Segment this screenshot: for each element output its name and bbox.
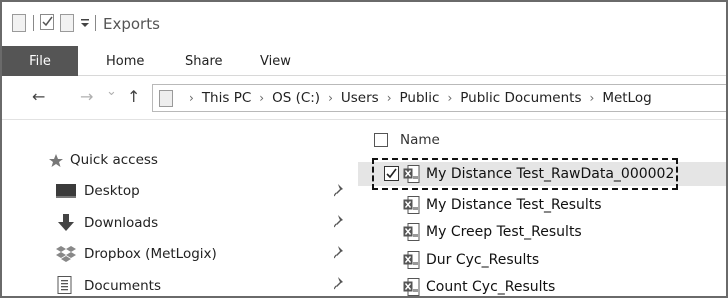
tab-file[interactable]: File xyxy=(2,46,78,76)
breadcrumb-public[interactable]: Public xyxy=(400,90,440,106)
breadcrumb-public-documents[interactable]: Public Documents xyxy=(460,90,581,106)
breadcrumb: › This PC › OS (C:) › Users › Public › Public Doc… xyxy=(181,90,652,106)
download-icon xyxy=(58,214,74,231)
file-name: Dur Cyc_Results xyxy=(426,252,540,268)
breadcrumb-users[interactable]: Users xyxy=(341,90,379,106)
explorer-window: Exports File Home Share View ← → ⌄ ↑ › Th… xyxy=(0,0,728,298)
file-name: My Distance Test_Results xyxy=(426,197,602,213)
breadcrumb-separator[interactable]: › xyxy=(328,91,333,105)
navigation-pane: Quick access Desktop Downloads Dropbox (… xyxy=(2,120,358,296)
pin-icon[interactable] xyxy=(333,276,346,293)
properties-icon[interactable] xyxy=(12,14,26,32)
breadcrumb-this-pc[interactable]: This PC xyxy=(202,90,251,106)
file-name: My Creep Test_Results xyxy=(426,224,582,240)
pin-icon[interactable] xyxy=(333,245,346,262)
customize-toolbar-icon[interactable] xyxy=(80,15,94,31)
sidebar-item-label: Documents xyxy=(84,277,161,294)
title-bar: Exports xyxy=(2,2,726,46)
new-folder-icon[interactable] xyxy=(60,14,74,32)
file-list: Name My Distance Test_RawData_000002 My … xyxy=(358,120,726,296)
address-row: ← → ⌄ ↑ › This PC › OS (C:) › Users › Public › Pu… xyxy=(2,76,726,120)
breadcrumb-separator[interactable]: › xyxy=(447,91,452,105)
select-all-checkbox[interactable] xyxy=(374,133,388,147)
back-icon[interactable]: ← xyxy=(32,87,45,106)
sidebar-item-label: Dropbox (MetLogix) xyxy=(84,246,217,262)
file-row[interactable]: My Creep Test_Results xyxy=(358,220,726,244)
recent-locations-icon[interactable]: ⌄ xyxy=(106,84,117,99)
row-checkbox[interactable] xyxy=(384,166,399,181)
sidebar-item-label: Desktop xyxy=(84,183,140,199)
breadcrumb-separator[interactable]: › xyxy=(590,91,595,105)
file-row[interactable]: Dur Cyc_Results xyxy=(358,248,726,272)
excel-file-icon xyxy=(403,196,420,214)
sidebar-item-desktop[interactable]: Desktop xyxy=(56,183,140,199)
quick-access-label: Quick access xyxy=(70,152,158,168)
excel-file-icon xyxy=(403,251,420,269)
tab-share[interactable]: Share xyxy=(185,54,223,69)
column-header-name[interactable]: Name xyxy=(400,132,440,148)
file-name: My Distance Test_RawData_000002 xyxy=(426,166,675,182)
breadcrumb-os-c[interactable]: OS (C:) xyxy=(272,90,320,106)
location-icon xyxy=(159,90,173,107)
up-icon[interactable]: ↑ xyxy=(127,87,140,106)
documents-icon xyxy=(57,276,72,294)
pin-icon[interactable] xyxy=(333,183,346,200)
sidebar-item-label: Downloads xyxy=(84,215,159,231)
sidebar-item-dropbox[interactable]: Dropbox (MetLogix) xyxy=(56,245,217,263)
file-row[interactable]: Count Cyc_Results xyxy=(358,275,726,296)
desktop-icon xyxy=(56,184,76,198)
file-row[interactable]: My Distance Test_Results xyxy=(358,193,726,217)
sidebar-item-documents[interactable]: Documents xyxy=(56,276,161,295)
ribbon-tabs: File Home Share View xyxy=(2,46,726,76)
dropbox-icon xyxy=(56,246,76,262)
address-bar[interactable]: › This PC › OS (C:) › Users › Public › Public Doc… xyxy=(152,84,726,112)
breadcrumb-separator[interactable]: › xyxy=(387,91,392,105)
window-title: Exports xyxy=(103,15,160,33)
title-separator xyxy=(95,15,96,31)
file-name: Count Cyc_Results xyxy=(426,279,556,295)
quick-access[interactable]: Quick access xyxy=(48,152,158,168)
file-row[interactable]: My Distance Test_RawData_000002 xyxy=(358,162,726,186)
breadcrumb-separator[interactable]: › xyxy=(259,91,264,105)
toolbar-separator xyxy=(33,15,34,31)
excel-file-icon xyxy=(403,223,420,241)
pin-icon[interactable] xyxy=(333,214,346,231)
checkbox-toggle-icon[interactable] xyxy=(40,14,54,30)
sidebar-item-downloads[interactable]: Downloads xyxy=(56,214,158,232)
breadcrumb-metlogix[interactable]: MetLog xyxy=(602,90,651,106)
quick-access-star-icon xyxy=(49,153,63,167)
tab-view[interactable]: View xyxy=(260,54,291,69)
breadcrumb-separator: › xyxy=(189,91,194,105)
tab-home[interactable]: Home xyxy=(106,54,144,69)
excel-file-icon xyxy=(403,278,420,296)
forward-icon[interactable]: → xyxy=(80,87,93,106)
excel-file-icon xyxy=(403,165,420,183)
